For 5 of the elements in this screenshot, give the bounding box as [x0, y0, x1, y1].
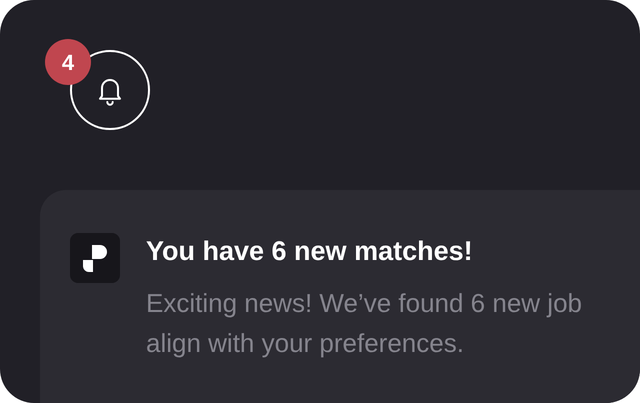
app-logo-icon — [70, 233, 120, 283]
notification-message: Exciting news! We’ve found 6 new job align with your preferences. — [146, 287, 582, 360]
notification-count-badge: 4 — [45, 39, 91, 85]
notification-title: You have 6 new matches! — [146, 235, 474, 268]
notification-bell-button[interactable]: 4 — [45, 39, 150, 130]
